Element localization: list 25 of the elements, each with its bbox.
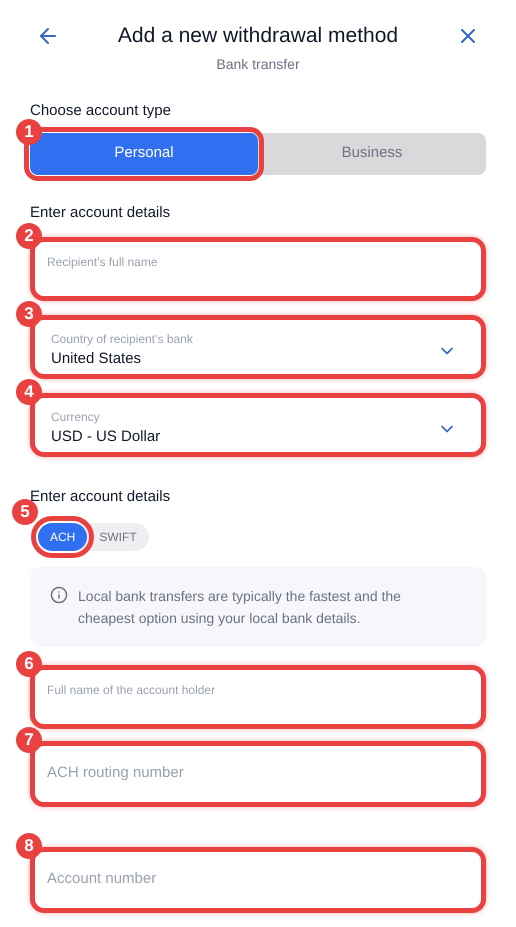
number-badge: 2 (16, 222, 42, 248)
field-label: Currency (51, 409, 101, 426)
number-badge: 1 (16, 118, 42, 144)
number-badge: 3 (16, 300, 42, 326)
number-badge: 4 (16, 378, 42, 404)
field-placeholder: Account number (47, 869, 156, 890)
field-label: Full name of the account holder (47, 682, 216, 696)
transfer-type-pill[interactable]: SWIFT (87, 522, 149, 550)
account-type-tab[interactable]: Business (258, 132, 486, 174)
number-badge: 6 (16, 650, 42, 676)
page-subtitle: Bank transfer (216, 54, 300, 74)
field-label: Country of recipient’s bank (51, 331, 193, 348)
field-placeholder: ACH routing number (47, 763, 184, 784)
info-icon (50, 586, 68, 604)
input-field[interactable]: ACH routing number (30, 740, 486, 806)
number-badge: 8 (16, 832, 42, 858)
field-label: Recipient’s full name (47, 254, 158, 268)
transfer-type-pill[interactable]: ACH (38, 522, 88, 550)
section-heading: Choose account type (30, 102, 171, 118)
section-heading: Enter account details (30, 204, 170, 220)
number-badge: 7 (16, 726, 42, 752)
info-text: Local bank transfers are typically the fastest and the cheapest option using your local bank details. (78, 586, 402, 628)
field-value: United States (51, 349, 142, 370)
page-title: Add a new withdrawal method (118, 23, 398, 49)
field-value: USD - US Dollar (51, 427, 160, 448)
